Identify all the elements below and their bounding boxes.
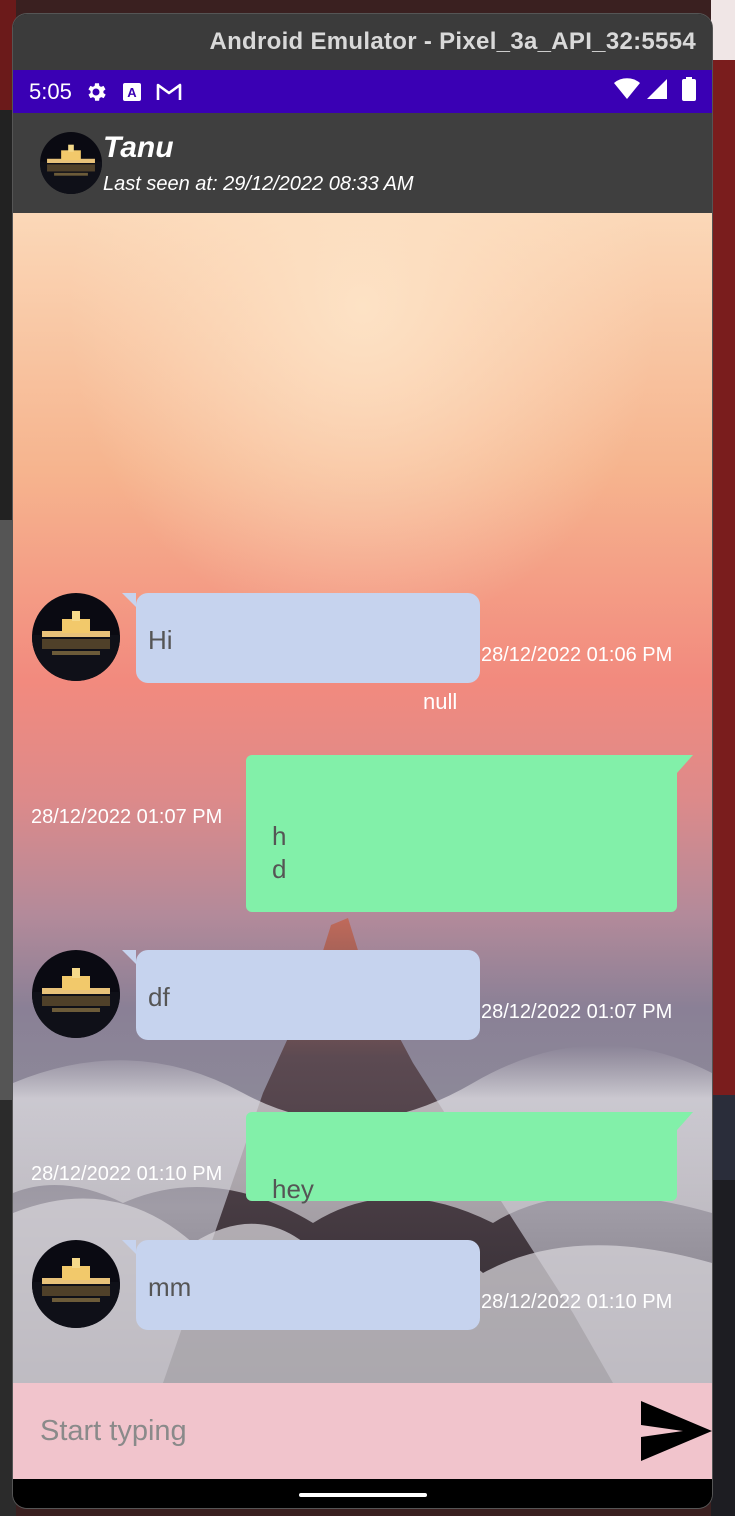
outgoing-message-bubble[interactable]: hey — [246, 1112, 693, 1204]
message-text: hey — [272, 1174, 314, 1204]
window-title: Android Emulator - Pixel_3a_API_32:5554 — [209, 28, 696, 55]
emulator-window: Android Emulator - Pixel_3a_API_32:5554 … — [13, 14, 712, 1508]
battery-icon — [682, 76, 696, 107]
message-text: mm — [148, 1272, 192, 1302]
a-badge-icon: A — [122, 82, 142, 102]
message-timestamp: 28/12/2022 01:07 PM — [481, 1001, 673, 1023]
message-timestamp: 28/12/2022 01:10 PM — [481, 1291, 673, 1313]
home-gesture-handle[interactable] — [299, 1493, 427, 1497]
svg-text:A: A — [127, 85, 137, 100]
message-input-bar: Start typing — [13, 1383, 712, 1479]
incoming-message-bubble[interactable]: df — [122, 950, 480, 1040]
chat-messages-area[interactable]: Hi 28/12/2022 01:06 PM null 28/12/2022 0… — [13, 213, 712, 1383]
sender-avatar[interactable] — [32, 1240, 120, 1328]
message-timestamp: 28/12/2022 01:06 PM — [481, 644, 673, 666]
message-timestamp: 28/12/2022 01:07 PM — [31, 806, 223, 828]
window-titlebar[interactable]: Android Emulator - Pixel_3a_API_32:5554 — [13, 14, 712, 70]
gear-icon — [84, 80, 108, 104]
message-input[interactable]: Start typing — [40, 1415, 187, 1448]
android-nav-bar — [13, 1479, 712, 1508]
gmail-icon — [156, 82, 182, 102]
last-seen-text: Last seen at: 29/12/2022 08:33 AM — [103, 173, 414, 195]
outgoing-message-bubble[interactable]: h d — [246, 755, 693, 912]
message-extra-text: null — [423, 689, 458, 714]
message-timestamp: 28/12/2022 01:10 PM — [31, 1163, 223, 1185]
incoming-message-bubble[interactable]: mm — [122, 1240, 480, 1330]
contact-avatar[interactable] — [40, 132, 102, 194]
send-icon[interactable] — [639, 1399, 712, 1468]
wifi-icon — [614, 77, 640, 106]
contact-name: Tanu — [103, 131, 174, 164]
status-time: 5:05 — [29, 78, 72, 104]
desktop-background-right — [711, 0, 735, 1516]
incoming-message-bubble[interactable]: Hi — [122, 593, 480, 683]
message-text: h d — [272, 821, 287, 884]
message-text: Hi — [148, 625, 173, 655]
sender-avatar[interactable] — [32, 950, 120, 1038]
android-status-bar: 5:05 A — [13, 70, 712, 113]
message-text: df — [148, 982, 170, 1012]
chat-header: Tanu Last seen at: 29/12/2022 08:33 AM — [13, 113, 712, 213]
signal-icon — [646, 78, 668, 106]
sender-avatar[interactable] — [32, 593, 120, 681]
